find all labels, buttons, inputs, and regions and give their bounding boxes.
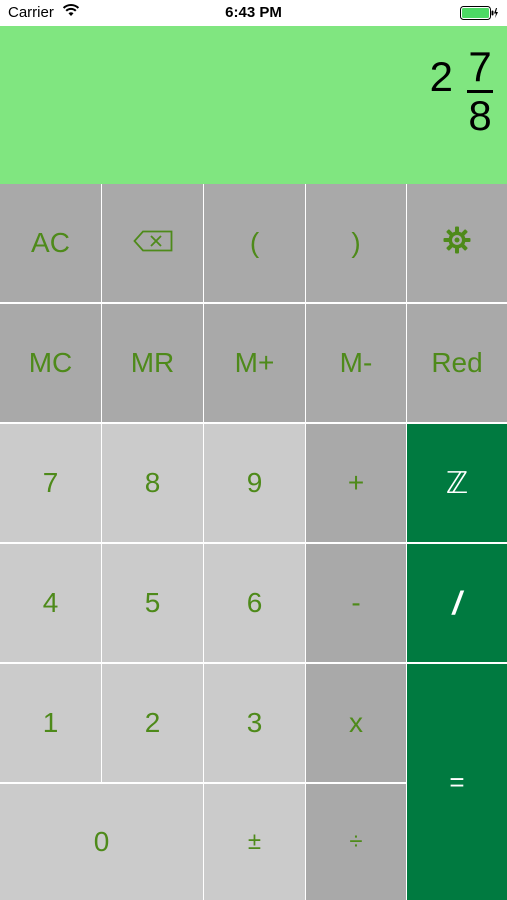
- digit-6-button[interactable]: 6: [204, 544, 305, 662]
- fraction-button[interactable]: /: [407, 544, 507, 662]
- status-bar: Carrier 6:43 PM: [0, 0, 507, 26]
- plus-label: +: [347, 467, 365, 498]
- digit-9-label: 9: [246, 467, 263, 498]
- plus-minus-label: ±: [247, 828, 262, 855]
- digit-3-button[interactable]: 3: [204, 664, 305, 782]
- memory-recall-label: MR: [130, 347, 175, 378]
- settings-button[interactable]: [407, 184, 507, 302]
- digit-8-label: 8: [144, 467, 161, 498]
- reduce-label: Red: [431, 347, 483, 378]
- battery-charging-icon: [460, 6, 498, 20]
- equals-label: =: [449, 766, 465, 797]
- memory-subtract-label: M-: [339, 347, 373, 378]
- all-clear-button[interactable]: AC: [0, 184, 101, 302]
- digit-4-label: 4: [42, 587, 59, 618]
- digit-0-button[interactable]: 0: [0, 784, 203, 900]
- divide-button[interactable]: ÷: [306, 784, 406, 900]
- backspace-button[interactable]: [102, 184, 203, 302]
- display-numerator: 7: [468, 43, 492, 90]
- reduce-button[interactable]: Red: [407, 304, 507, 422]
- digit-7-label: 7: [42, 467, 59, 498]
- digit-4-button[interactable]: 4: [0, 544, 101, 662]
- close-paren-label: ): [351, 227, 361, 258]
- digit-2-button[interactable]: 2: [102, 664, 203, 782]
- status-time: 6:43 PM: [225, 4, 282, 21]
- digit-7-button[interactable]: 7: [0, 424, 101, 542]
- integer-symbol-label: ℤ: [445, 466, 469, 500]
- digit-9-button[interactable]: 9: [204, 424, 305, 542]
- open-paren-button[interactable]: (: [204, 184, 305, 302]
- all-clear-label: AC: [31, 227, 70, 258]
- memory-clear-button[interactable]: MC: [0, 304, 101, 422]
- digit-5-button[interactable]: 5: [102, 544, 203, 662]
- digit-1-button[interactable]: 1: [0, 664, 101, 782]
- digit-5-label: 5: [144, 587, 161, 618]
- display-fraction: 7 8: [465, 46, 495, 137]
- digit-0-label: 0: [93, 826, 110, 857]
- memory-add-button[interactable]: M+: [204, 304, 305, 422]
- memory-subtract-button[interactable]: M-: [306, 304, 406, 422]
- multiply-button[interactable]: x: [306, 664, 406, 782]
- memory-add-label: M+: [234, 347, 275, 378]
- gear-icon: [443, 226, 471, 261]
- memory-recall-button[interactable]: MR: [102, 304, 203, 422]
- close-paren-button[interactable]: ): [306, 184, 406, 302]
- digit-8-button[interactable]: 8: [102, 424, 203, 542]
- keypad: AC ( ) MC MR M+ M- Red 7 8 9 + ℤ 4 5 6 -…: [0, 184, 507, 900]
- display-denominator: 8: [468, 92, 492, 139]
- multiply-label: x: [349, 707, 363, 738]
- digit-3-label: 3: [246, 707, 263, 738]
- integer-part-button[interactable]: ℤ: [407, 424, 507, 542]
- digit-1-label: 1: [42, 707, 59, 738]
- divide-label: ÷: [349, 828, 363, 855]
- equals-button[interactable]: =: [407, 664, 507, 900]
- fraction-slash-label: /: [452, 584, 462, 621]
- digit-2-label: 2: [144, 707, 161, 738]
- display-whole-number: 2: [429, 53, 453, 100]
- memory-clear-label: MC: [28, 347, 73, 378]
- minus-button[interactable]: -: [306, 544, 406, 662]
- calculator-display: 2 7 8: [0, 26, 507, 184]
- digit-6-label: 6: [246, 587, 263, 618]
- open-paren-label: (: [249, 227, 260, 258]
- plus-button[interactable]: +: [306, 424, 406, 542]
- backspace-icon: [132, 227, 173, 259]
- minus-label: -: [351, 587, 361, 618]
- plus-minus-button[interactable]: ±: [204, 784, 305, 900]
